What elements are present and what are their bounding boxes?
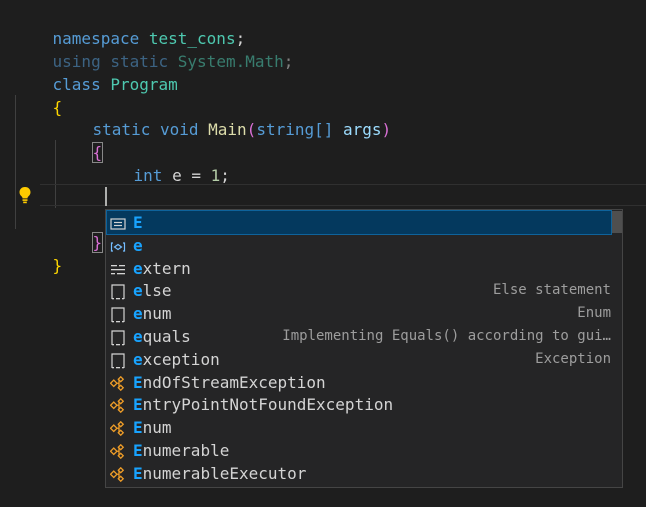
suggest-item[interactable]: e [107, 234, 611, 257]
suggest-item-rest: num [142, 304, 172, 324]
variable-declaration: e = [162, 166, 211, 185]
suggest-item[interactable]: equals Implementing Equals() according to… [107, 325, 611, 348]
type-name: string[] [256, 120, 334, 139]
suggest-item[interactable]: EnumerableExecutor [107, 462, 611, 485]
variable-icon [110, 238, 126, 254]
suggest-item-label: extern [133, 257, 191, 280]
suggest-item-detail: Exception [535, 350, 611, 367]
suggest-match-highlight: E [133, 372, 143, 392]
suggest-item[interactable]: EntryPointNotFoundException [107, 393, 611, 416]
suggest-item-rest: numerableExecutor [142, 463, 307, 483]
code-line[interactable]: class Program [14, 50, 178, 94]
suggest-match-highlight: e [133, 235, 143, 255]
class-name: Program [110, 75, 178, 94]
suggest-item[interactable]: exception Exception [107, 348, 611, 371]
code-line[interactable]: int e = 1; [95, 141, 230, 185]
class-icon [109, 443, 126, 460]
suggest-item[interactable]: extern [107, 257, 611, 280]
code-line[interactable]: e [95, 185, 144, 229]
code-line[interactable]: namespace test_cons; [14, 4, 246, 48]
suggest-item-rest: lse [142, 281, 172, 301]
suggest-item[interactable]: else Else statement [107, 279, 611, 302]
suggest-item-label: enum [133, 302, 172, 325]
close-brace: } [91, 232, 104, 253]
suggest-item-detail: Else statement [492, 282, 611, 299]
keyword: int [133, 166, 163, 185]
suggest-item[interactable]: enum Enum [107, 302, 611, 325]
suggest-match-highlight: e [133, 349, 143, 369]
suggest-item-label: exception [133, 348, 220, 371]
suggest-item-detail: Enum [577, 305, 611, 322]
code-line[interactable]: { [54, 118, 104, 163]
using-name: System.Math [177, 52, 284, 71]
method-name: Main [208, 120, 247, 139]
suggest-item-rest: ndOfStreamException [142, 372, 326, 392]
suggest-match-highlight: e [133, 327, 143, 346]
suggest-item[interactable]: E [106, 210, 612, 235]
code-line[interactable]: } [54, 208, 104, 253]
snippet-icon [110, 283, 126, 300]
semicolon: ; [283, 52, 294, 71]
suggest-item-rest: quals [142, 327, 191, 346]
suggest-item[interactable]: EndOfStreamException [107, 371, 611, 394]
suggest-item-label: EndOfStreamException [133, 371, 326, 394]
code-editor[interactable]: namespace test_cons; using static System… [0, 0, 646, 507]
open-paren: ( [246, 120, 257, 139]
close-brace: } [52, 256, 63, 275]
class-icon [109, 397, 126, 414]
suggest-match-highlight: E [133, 441, 143, 460]
code-line[interactable]: } [14, 231, 63, 275]
lightbulb-icon[interactable] [17, 186, 33, 204]
suggest-item-rest: ntryPointNotFoundException [142, 395, 394, 415]
suggest-item-rest: xtern [142, 258, 191, 278]
suggest-scrollbar[interactable] [610, 211, 622, 233]
suggest-item-label: equals [133, 325, 191, 348]
suggest-item-label: Enum [133, 416, 172, 439]
semicolon: ; [220, 166, 230, 185]
suggest-match-highlight: e [133, 258, 143, 278]
class-icon [109, 420, 126, 437]
suggest-item-label: e [133, 234, 143, 257]
text-cursor [105, 187, 107, 206]
keyword-icon [110, 261, 126, 277]
suggest-item-rest: num [142, 418, 172, 438]
code-line[interactable]: { [14, 73, 63, 117]
keyword: void [159, 120, 199, 139]
suggest-item[interactable]: Enumerable [107, 439, 611, 462]
suggest-match-highlight: e [133, 304, 143, 324]
suggest-item-label: else [133, 279, 172, 302]
suggest-item-rest: xception [142, 349, 220, 369]
class-icon [109, 375, 126, 391]
snippet-icon [110, 306, 126, 323]
suggest-item-label: Enumerable [133, 439, 229, 462]
number-literal: 1 [210, 166, 221, 185]
parameter-name: args [343, 120, 382, 139]
suggest-match-highlight: E [133, 463, 143, 483]
enum-member-icon [110, 215, 126, 231]
suggest-match-highlight: e [133, 281, 143, 301]
close-paren: ) [381, 120, 392, 139]
code-line[interactable]: static void Main(string[] args) [54, 95, 392, 139]
suggest-widget[interactable]: Ee extern else Else statement enum Enum equals… [105, 209, 623, 488]
suggest-item-rest: numerable [142, 441, 230, 460]
suggest-item[interactable]: Enum [107, 416, 611, 439]
suggest-item-label: EntryPointNotFoundException [133, 393, 393, 416]
snippet-icon [110, 352, 126, 369]
class-icon [109, 466, 126, 482]
suggest-match-highlight: E [133, 395, 143, 415]
suggest-item-detail: Implementing Equals() according to gui… [282, 328, 611, 344]
code-line[interactable]: using static System.Math; [14, 27, 294, 71]
snippet-icon [110, 329, 126, 346]
suggest-item-label: EnumerableExecutor [133, 462, 306, 485]
suggest-item-label: E [133, 211, 143, 234]
suggest-match-highlight: E [133, 418, 143, 438]
suggest-match-highlight: E [133, 213, 143, 232]
